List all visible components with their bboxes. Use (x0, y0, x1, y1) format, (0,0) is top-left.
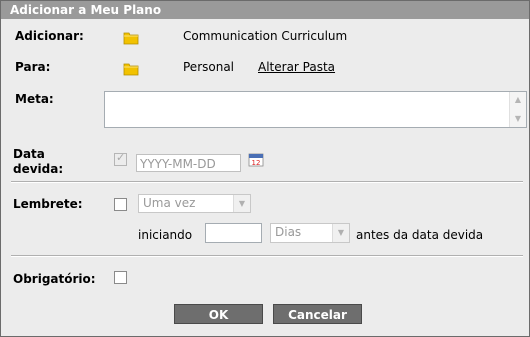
reminder-unit-select[interactable]: Dias ▼ (270, 223, 350, 243)
reminder-checkbox[interactable] (114, 198, 127, 211)
separator (11, 181, 523, 183)
starting-input[interactable] (205, 223, 262, 243)
due-date-input[interactable]: YYYY-MM-DD (136, 154, 241, 172)
dialog-title: Adicionar a Meu Plano (10, 3, 162, 17)
add-label: Adicionar: (15, 29, 84, 43)
due-date-label-line2: devida: (13, 162, 64, 176)
goal-scrollbar[interactable]: ▲ ▼ (509, 92, 526, 127)
due-date-checkbox[interactable]: ✓ (114, 151, 127, 166)
calendar-icon[interactable]: 12 (248, 152, 264, 167)
before-due-text: antes da data devida (356, 228, 484, 242)
chevron-down-icon: ▼ (233, 195, 250, 212)
reminder-frequency-value: Uma vez (143, 196, 196, 210)
add-to-plan-dialog: Adicionar a Meu Plano Adicionar: Communi… (0, 0, 530, 337)
chevron-down-icon: ▼ (332, 224, 349, 242)
required-label: Obrigatório: (13, 272, 96, 286)
checkmark-icon: ✓ (116, 151, 126, 164)
goal-textarea[interactable]: ▲ ▼ (104, 91, 527, 128)
dialog-titlebar: Adicionar a Meu Plano (1, 1, 529, 19)
due-date-label-line1: Data (13, 147, 45, 161)
folder-name: Personal (183, 60, 235, 74)
for-label: Para: (15, 60, 51, 74)
separator (11, 255, 523, 257)
folder-icon (123, 32, 139, 45)
reminder-frequency-select[interactable]: Uma vez ▼ (138, 194, 251, 213)
ok-button[interactable]: OK (174, 304, 263, 324)
scroll-up-icon[interactable]: ▲ (510, 92, 526, 108)
folder-icon (123, 63, 139, 76)
reminder-label: Lembrete: (13, 197, 83, 211)
scroll-down-icon[interactable]: ▼ (510, 111, 526, 127)
reminder-unit-value: Dias (275, 225, 302, 239)
add-item-name: Communication Curriculum (183, 29, 348, 43)
required-checkbox[interactable] (114, 271, 127, 284)
goal-label: Meta: (15, 92, 54, 106)
due-date-label: Data devida: (13, 147, 63, 177)
cancel-button[interactable]: Cancelar (273, 304, 362, 324)
calendar-day: 12 (252, 159, 261, 167)
change-folder-link[interactable]: Alterar Pasta (258, 60, 335, 75)
starting-label: iniciando (138, 228, 193, 242)
